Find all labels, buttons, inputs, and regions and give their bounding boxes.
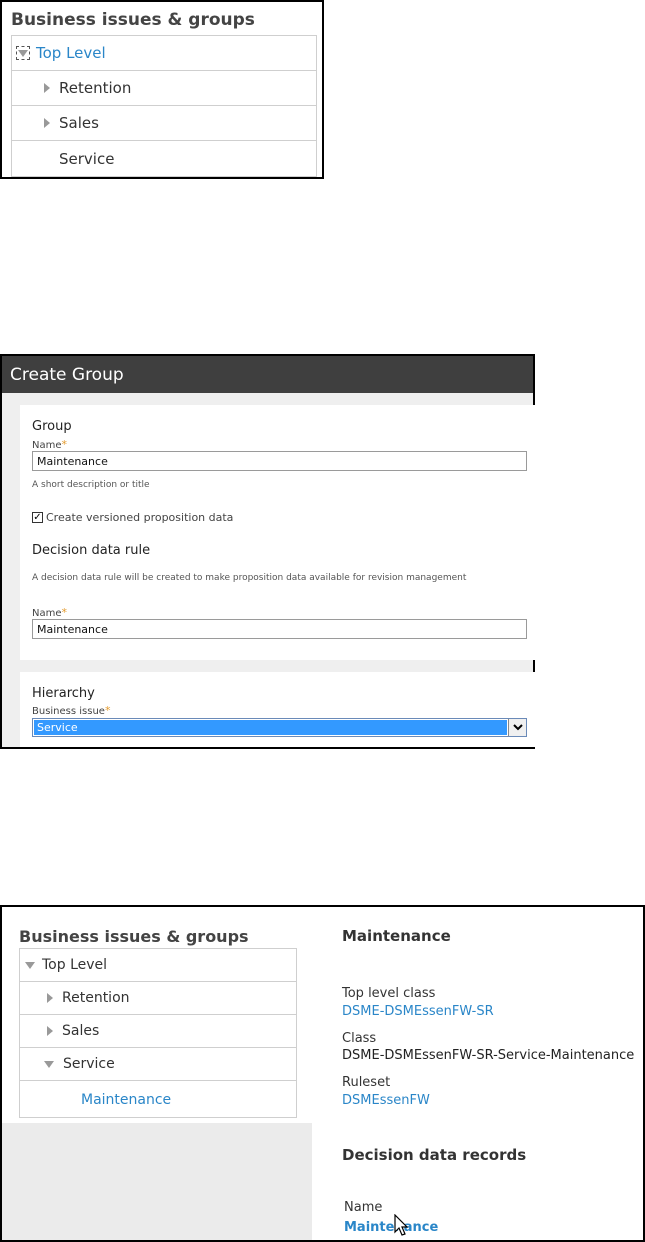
panel-title: Business issues & groups [11, 10, 255, 30]
ruleset-label: Ruleset [342, 1075, 391, 1090]
tree-node-label[interactable]: Retention [62, 990, 130, 1006]
decision-rule-description: A decision data rule will be created to … [32, 573, 467, 583]
business-issues-panel-expanded: Business issues & groups Top Level Reten… [0, 905, 645, 1242]
business-issue-selected-value[interactable]: Service [34, 720, 507, 735]
hierarchy-heading: Hierarchy [32, 686, 95, 701]
dialog-header: Create Group [2, 356, 533, 393]
business-issue-select[interactable]: Service [32, 718, 527, 737]
required-marker: * [61, 438, 68, 451]
tree-node-top-level[interactable]: Top Level [12, 36, 316, 71]
business-issues-panel-collapsed: Business issues & groups Top Level Reten… [0, 0, 324, 179]
tree-node-label[interactable]: Top Level [42, 957, 107, 973]
panel-title: Business issues & groups [19, 927, 249, 946]
expand-icon[interactable] [44, 83, 50, 93]
tree-node-label[interactable]: Top Level [36, 44, 106, 62]
tree-node-label[interactable]: Sales [59, 114, 99, 132]
tree-node-label[interactable]: Maintenance [81, 1092, 171, 1108]
tree-node-maintenance[interactable]: Maintenance [20, 1081, 296, 1118]
versioned-data-checkbox[interactable]: ✓ [32, 512, 43, 523]
group-heading: Group [32, 419, 72, 434]
expand-icon[interactable] [47, 1026, 53, 1036]
collapse-icon[interactable] [25, 961, 35, 969]
class-label: Class [342, 1031, 377, 1046]
collapse-icon[interactable] [44, 1060, 54, 1068]
details-heading: Maintenance [342, 927, 451, 945]
expand-icon[interactable] [47, 993, 53, 1003]
dropdown-button[interactable] [508, 719, 526, 736]
left-pane: Business issues & groups Top Level Reten… [2, 907, 312, 1240]
group-name-label: Name* [32, 438, 68, 451]
tree-node-label[interactable]: Retention [59, 79, 131, 97]
hierarchy-card: Hierarchy Business issue* Service [20, 672, 535, 747]
mouse-cursor-icon [394, 1214, 409, 1236]
tree-node-sales[interactable]: Sales [12, 106, 316, 141]
tree-node-retention[interactable]: Retention [20, 982, 296, 1015]
group-name-input[interactable]: Maintenance [32, 451, 527, 471]
tree-node-label[interactable]: Service [59, 150, 114, 168]
rule-name-input[interactable]: Maintenance [32, 619, 527, 639]
tree-node-top-level[interactable]: Top Level [20, 949, 296, 982]
ruleset-link[interactable]: DSMEssenFW [342, 1093, 430, 1108]
top-level-class-link[interactable]: DSME-DSMEssenFW-SR [342, 1004, 494, 1019]
decision-rule-heading: Decision data rule [32, 543, 151, 558]
required-marker: * [104, 704, 111, 717]
tree-node-label[interactable]: Service [63, 1056, 115, 1072]
business-issues-tree: Top Level Retention Sales Service [11, 35, 317, 177]
chevron-down-icon [512, 724, 523, 731]
records-heading: Decision data records [342, 1146, 527, 1164]
collapse-icon[interactable] [16, 46, 30, 60]
group-card: Group Name* Maintenance A short descript… [20, 405, 535, 660]
tree-node-service[interactable]: Service [12, 141, 316, 176]
class-value: DSME-DSMEssenFW-SR-Service-Maintenance [342, 1048, 635, 1063]
tree-node-sales[interactable]: Sales [20, 1015, 296, 1048]
business-issue-label: Business issue* [32, 704, 111, 717]
tree-node-label[interactable]: Sales [62, 1023, 99, 1039]
record-link-maintenance[interactable]: Maintenance [344, 1220, 438, 1235]
create-group-dialog: Create Group Group Name* Maintenance A s… [0, 354, 535, 749]
business-issues-tree: Top Level Retention Sales Service Mainte… [19, 948, 297, 1118]
records-name-label: Name [344, 1200, 383, 1215]
triangle-down-icon [18, 49, 28, 57]
tree-node-retention[interactable]: Retention [12, 71, 316, 106]
rule-name-label: Name* [32, 606, 68, 619]
expand-icon[interactable] [44, 118, 50, 128]
versioned-data-checkbox-row[interactable]: ✓ Create versioned proposition data [32, 511, 233, 524]
dialog-title: Create Group [10, 364, 124, 385]
tree-node-service[interactable]: Service [20, 1048, 296, 1081]
group-name-hint: A short description or title [32, 480, 150, 490]
checkbox-label[interactable]: Create versioned proposition data [46, 511, 233, 524]
required-marker: * [61, 606, 68, 619]
top-level-class-label: Top level class [342, 986, 436, 1001]
left-pane-card: Business issues & groups Top Level Reten… [2, 907, 312, 1123]
